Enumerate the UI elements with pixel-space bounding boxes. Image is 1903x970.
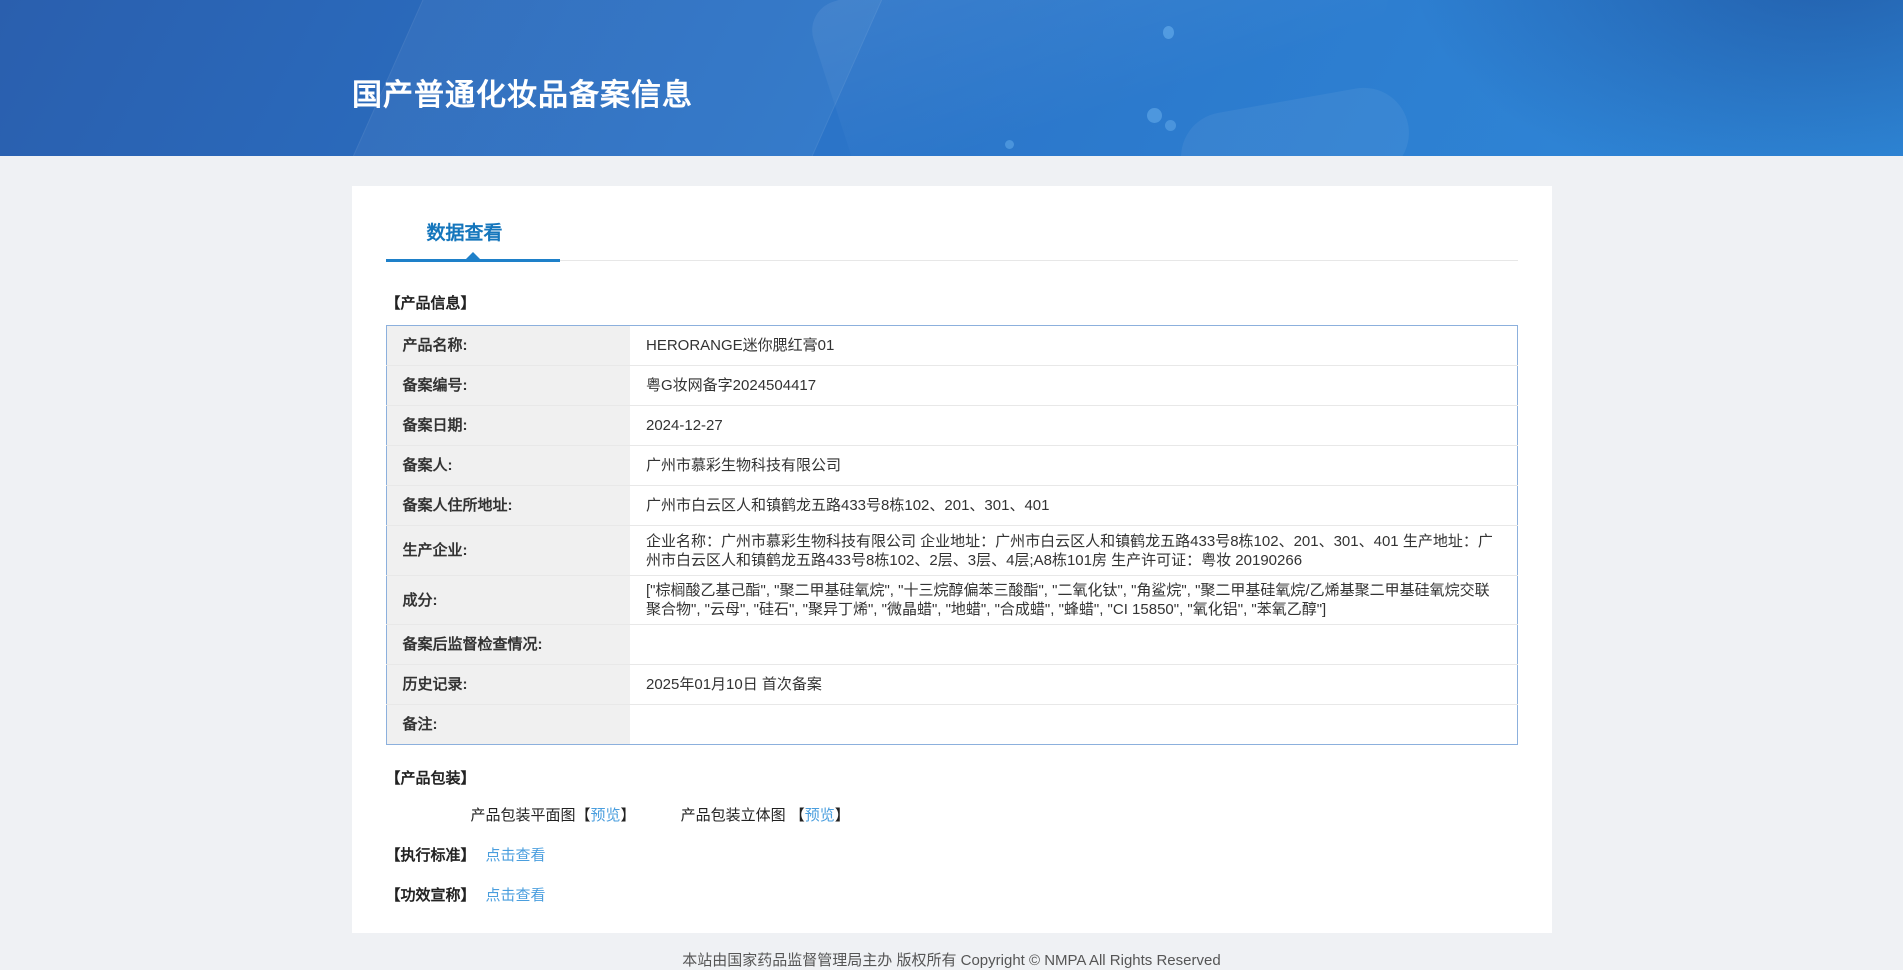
claims-view-link[interactable]: 点击查看 (486, 887, 546, 904)
packaging-previews-row: 产品包装平面图【预览】产品包装立体图 【预览】 (386, 804, 1518, 825)
row-label: 备案人住所地址: (386, 486, 630, 526)
row-value (630, 625, 1517, 665)
row-label: 备案编号: (386, 366, 630, 406)
row-label: 备注: (386, 705, 630, 745)
decor-pill-shape (1174, 81, 1416, 156)
claims-label: 【功效宣称】 (386, 887, 476, 904)
row-value: 企业名称：广州市慕彩生物科技有限公司 企业地址：广州市白云区人和镇鹤龙五路433… (630, 526, 1517, 576)
row-value: ["棕榈酸乙基己酯", "聚二甲基硅氧烷", "十三烷醇偏苯三酸酯", "二氧化… (630, 576, 1517, 625)
decor-dot (1165, 120, 1176, 131)
section-packaging-title: 【产品包装】 (386, 767, 1518, 788)
section-product-info-title: 【产品信息】 (386, 292, 1518, 313)
packaging-flat-label: 产品包装平面图 (471, 807, 576, 824)
row-value: 广州市慕彩生物科技有限公司 (630, 446, 1517, 486)
row-label: 备案人: (386, 446, 630, 486)
decor-dot (1147, 108, 1162, 123)
row-label: 生产企业: (386, 526, 630, 576)
decor-dot (1005, 140, 1014, 149)
tab-active-triangle-icon (466, 252, 480, 259)
standards-view-link[interactable]: 点击查看 (486, 847, 546, 864)
row-label: 备案日期: (386, 406, 630, 446)
row-label: 历史记录: (386, 665, 630, 705)
tab-bar: 数据查看 (386, 218, 1518, 262)
table-row-filing-date: 备案日期: 2024-12-27 (386, 406, 1517, 446)
standards-row: 【执行标准】点击查看 (386, 844, 1518, 865)
page-footer: 本站由国家药品监督管理局主办 版权所有 Copyright © NMPA All… (0, 933, 1903, 970)
row-value: 广州市白云区人和镇鹤龙五路433号8栋102、201、301、401 (630, 486, 1517, 526)
packaging-flat-preview-link[interactable]: 预览 (591, 807, 621, 824)
detail-card: 数据查看 【产品信息】 产品名称: HERORANGE迷你腮红膏01 备案编号:… (352, 186, 1552, 933)
row-label: 成分: (386, 576, 630, 625)
page-title: 国产普通化妆品备案信息 (352, 70, 693, 114)
bracket-close: 】 (835, 807, 850, 824)
table-row-manufacturer: 生产企业: 企业名称：广州市慕彩生物科技有限公司 企业地址：广州市白云区人和镇鹤… (386, 526, 1517, 576)
tab-underline-track (386, 259, 1518, 262)
packaging-3d-preview-link[interactable]: 预览 (805, 807, 835, 824)
row-value (630, 705, 1517, 745)
copyright-text: 本站由国家药品监督管理局主办 版权所有 Copyright © NMPA All… (682, 952, 1220, 969)
bracket-open: 【 (790, 807, 805, 824)
main-content: 数据查看 【产品信息】 产品名称: HERORANGE迷你腮红膏01 备案编号:… (0, 156, 1903, 933)
claims-row: 【功效宣称】点击查看 (386, 884, 1518, 905)
table-row-filing-number: 备案编号: 粤G妆网备字2024504417 (386, 366, 1517, 406)
row-value: 2025年01月10日 首次备案 (630, 665, 1517, 705)
row-value: 2024-12-27 (630, 406, 1517, 446)
row-value: 粤G妆网备字2024504417 (630, 366, 1517, 406)
table-row-history: 历史记录: 2025年01月10日 首次备案 (386, 665, 1517, 705)
standards-label: 【执行标准】 (386, 847, 476, 864)
table-row-filer-address: 备案人住所地址: 广州市白云区人和镇鹤龙五路433号8栋102、201、301、… (386, 486, 1517, 526)
tab-data-view[interactable]: 数据查看 (427, 218, 503, 259)
row-label: 备案后监督检查情况: (386, 625, 630, 665)
bracket-close: 】 (621, 807, 636, 824)
row-label: 产品名称: (386, 326, 630, 366)
packaging-3d-label: 产品包装立体图 (681, 807, 786, 824)
table-row-remarks: 备注: (386, 705, 1517, 745)
table-row-ingredients: 成分: ["棕榈酸乙基己酯", "聚二甲基硅氧烷", "十三烷醇偏苯三酸酯", … (386, 576, 1517, 625)
bracket-open: 【 (576, 807, 591, 824)
table-row-filer: 备案人: 广州市慕彩生物科技有限公司 (386, 446, 1517, 486)
page: 国产普通化妆品备案信息 数据查看 【产品信息】 产品名称: HERORANGE迷… (0, 0, 1903, 970)
table-row-product-name: 产品名称: HERORANGE迷你腮红膏01 (386, 326, 1517, 366)
decor-dot (1163, 26, 1174, 39)
table-row-supervision: 备案后监督检查情况: (386, 625, 1517, 665)
page-header: 国产普通化妆品备案信息 (0, 0, 1903, 156)
tab-underline-active (386, 259, 560, 262)
product-info-table: 产品名称: HERORANGE迷你腮红膏01 备案编号: 粤G妆网备字20245… (386, 325, 1518, 745)
row-value: HERORANGE迷你腮红膏01 (630, 326, 1517, 366)
